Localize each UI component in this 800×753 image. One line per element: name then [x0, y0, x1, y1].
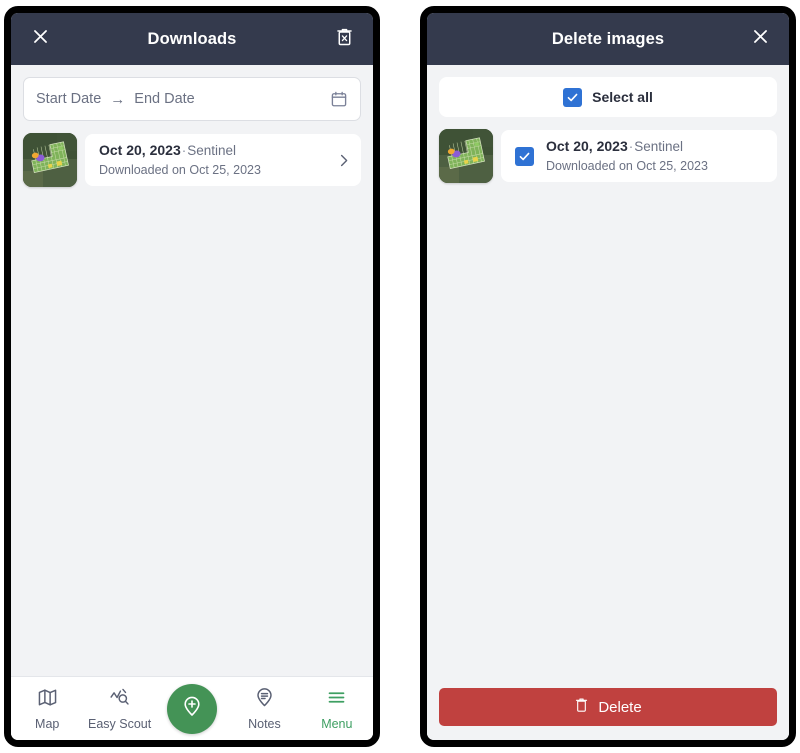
- delete-button[interactable]: Delete: [439, 688, 777, 726]
- select-all-label: Select all: [592, 89, 653, 105]
- download-list-item[interactable]: Oct 20, 2023·Sentinel Downloaded on Oct …: [23, 133, 361, 187]
- delete-all-button[interactable]: [329, 24, 359, 54]
- download-card-texts: Oct 20, 2023·Sentinel Downloaded on Oct …: [99, 141, 324, 178]
- end-date-input[interactable]: End Date: [134, 91, 194, 107]
- download-subtitle: Downloaded on Oct 25, 2023: [546, 158, 708, 173]
- downloads-appbar: Downloads: [11, 13, 373, 65]
- item-checkbox[interactable]: [515, 146, 534, 166]
- page-title: Delete images: [551, 29, 665, 48]
- sidebar-item-map[interactable]: Map: [11, 677, 83, 740]
- date-range-text: Start Date → End Date: [36, 91, 330, 107]
- download-card[interactable]: Oct 20, 2023·Sentinel Downloaded on Oct …: [85, 134, 361, 186]
- download-subtitle: Downloaded on Oct 25, 2023: [99, 162, 261, 177]
- download-date: Oct 20, 2023: [99, 142, 181, 159]
- bottom-navigation: Map Easy Scout Notes Menu: [11, 676, 373, 740]
- field-map-thumbnail: [439, 129, 493, 183]
- appbar-left-spacer: [441, 24, 471, 54]
- date-range-arrow: →: [110, 90, 126, 108]
- download-title-line: Oct 20, 2023·Sentinel: [99, 141, 324, 160]
- sidebar-item-label: Menu: [321, 716, 353, 731]
- sidebar-item-label: Map: [35, 716, 60, 731]
- delete-body: Select all Oct 20, 2023·Sentinel Downloa…: [427, 65, 789, 677]
- delete-appbar: Delete images: [427, 13, 789, 65]
- delete-card[interactable]: Oct 20, 2023·Sentinel Downloaded on Oct …: [501, 130, 777, 182]
- download-date: Oct 20, 2023: [546, 138, 628, 155]
- note-pin-icon: [254, 687, 275, 713]
- delete-button-label: Delete: [598, 698, 642, 716]
- delete-images-screen: Delete images Select all Oct 20, 2023·Se…: [420, 6, 796, 747]
- sidebar-item-menu[interactable]: Menu: [301, 677, 373, 740]
- field-map-thumbnail: [23, 133, 77, 187]
- delete-footer: Delete: [427, 677, 789, 740]
- add-pin-icon: [180, 694, 204, 723]
- hamburger-icon: [326, 687, 347, 713]
- chevron-right-icon[interactable]: [336, 153, 351, 168]
- download-source: Sentinel: [187, 143, 237, 159]
- select-all-row[interactable]: Select all: [439, 77, 777, 117]
- delete-list-item[interactable]: Oct 20, 2023·Sentinel Downloaded on Oct …: [439, 129, 777, 183]
- close-icon: [751, 27, 770, 51]
- close-icon: [31, 27, 50, 51]
- map-icon: [37, 687, 58, 713]
- downloads-body: Start Date → End Date Oct 20, 2023·Senti…: [11, 65, 373, 676]
- start-date-input[interactable]: Start Date: [36, 91, 101, 107]
- screenshot-stage: Downloads Start Date → End Date Oct 20, …: [0, 0, 800, 753]
- trash-icon: [574, 697, 589, 717]
- page-title: Downloads: [147, 29, 237, 48]
- sidebar-item-label: Notes: [248, 716, 281, 731]
- trash-x-icon: [335, 27, 354, 52]
- scout-search-icon: [109, 687, 131, 713]
- calendar-icon[interactable]: [330, 90, 348, 108]
- add-button[interactable]: [167, 683, 217, 734]
- downloads-screen: Downloads Start Date → End Date Oct 20, …: [4, 6, 380, 747]
- sidebar-item-label: Easy Scout: [87, 716, 152, 731]
- delete-card-texts: Oct 20, 2023·Sentinel Downloaded on Oct …: [546, 137, 767, 174]
- close-button[interactable]: [25, 24, 55, 54]
- download-source: Sentinel: [634, 139, 684, 155]
- sidebar-item-easy-scout[interactable]: Easy Scout: [83, 677, 155, 740]
- close-button[interactable]: [745, 24, 775, 54]
- download-title-line: Oct 20, 2023·Sentinel: [546, 137, 767, 156]
- select-all-checkbox[interactable]: [563, 87, 583, 107]
- date-range-field[interactable]: Start Date → End Date: [23, 77, 361, 121]
- sidebar-item-notes[interactable]: Notes: [228, 677, 300, 740]
